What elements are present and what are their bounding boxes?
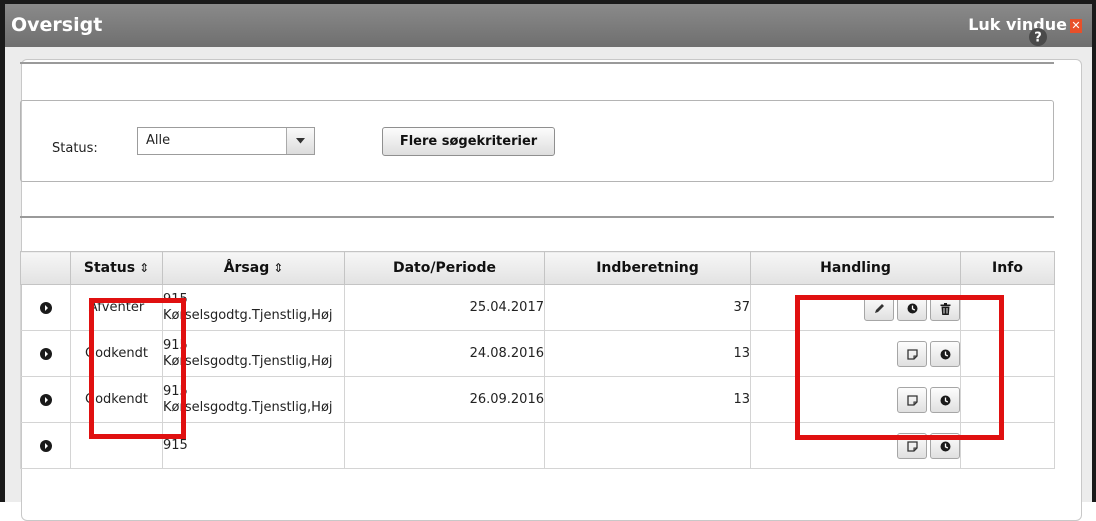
trash-icon xyxy=(940,302,951,315)
history-button[interactable] xyxy=(930,340,960,367)
row-handling xyxy=(750,422,961,469)
row-dato xyxy=(344,422,545,469)
chevron-down-icon xyxy=(296,138,305,144)
clock-icon xyxy=(940,349,951,359)
row-status: Godkendt xyxy=(70,376,163,423)
row-info xyxy=(960,376,1055,423)
row-handling xyxy=(750,330,961,377)
header-status-label: Status xyxy=(83,260,136,276)
note-button[interactable] xyxy=(897,386,927,413)
row-arsag: 915 xyxy=(162,422,345,469)
status-filter-label: Status: xyxy=(52,141,98,156)
table-row: Afventer 915 Kørselsgodtg.Tjenstlig,Høj 2… xyxy=(20,284,1055,331)
header-arsag[interactable]: Årsag ⇕ xyxy=(162,251,345,285)
header-dato: Dato/Periode xyxy=(344,251,545,285)
note-icon xyxy=(907,348,918,360)
row-status: Godkendt xyxy=(70,330,163,377)
row-dato: 24.08.2016 xyxy=(344,330,545,377)
row-arsag: 915 Kørselsgodtg.Tjenstlig,Høj xyxy=(162,376,345,423)
arsag-text: Kørselsgodtg.Tjenstlig,Høj xyxy=(163,399,333,415)
header-indberetning: Indberetning xyxy=(544,251,751,285)
divider-bottom xyxy=(20,216,1054,218)
row-indberetning: 13 xyxy=(544,330,751,377)
row-dato: 25.04.2017 xyxy=(344,284,545,331)
arsag-code: 915 xyxy=(163,383,188,399)
expand-icon[interactable] xyxy=(39,439,52,452)
history-button[interactable] xyxy=(930,432,960,459)
header-expand xyxy=(20,251,71,285)
row-indberetning xyxy=(544,422,751,469)
row-handling xyxy=(750,376,961,423)
note-button[interactable] xyxy=(897,340,927,367)
expand-icon[interactable] xyxy=(39,347,52,360)
close-icon: ✕ xyxy=(1070,19,1082,33)
clock-icon xyxy=(940,395,951,405)
row-indberetning: 37 xyxy=(544,284,751,331)
table-row: 915 xyxy=(20,422,1055,469)
arsag-code: 915 xyxy=(163,437,188,453)
row-info xyxy=(960,330,1055,377)
header-info: Info xyxy=(960,251,1055,285)
row-dato: 26.09.2016 xyxy=(344,376,545,423)
clock-icon xyxy=(940,441,951,451)
header-arsag-label: Årsag xyxy=(223,260,270,276)
note-button[interactable] xyxy=(897,432,927,459)
status-select-toggle[interactable] xyxy=(286,128,314,154)
pencil-icon xyxy=(875,303,884,313)
row-handling xyxy=(750,284,961,331)
row-arsag: 915 Kørselsgodtg.Tjenstlig,Høj xyxy=(162,330,345,377)
divider-top xyxy=(20,62,1054,64)
table-header-row: Status ⇕ Årsag ⇕ Dato/Periode Indberetning… xyxy=(20,251,1055,285)
close-window-button[interactable]: Luk vindue ✕ xyxy=(968,15,1082,34)
table-row: Godkendt 915 Kørselsgodtg.Tjenstlig,Høj 2… xyxy=(20,330,1055,377)
more-criteria-button[interactable]: Flere søgekriterier xyxy=(382,127,555,156)
arsag-text: Kørselsgodtg.Tjenstlig,Høj xyxy=(163,353,333,369)
row-info xyxy=(960,422,1055,469)
row-arsag: 915 Kørselsgodtg.Tjenstlig,Høj xyxy=(162,284,345,331)
sort-icon: ⇕ xyxy=(139,261,150,275)
row-info xyxy=(960,284,1055,331)
note-icon xyxy=(907,394,918,406)
expand-icon[interactable] xyxy=(39,393,52,406)
edit-button[interactable] xyxy=(864,294,894,321)
help-icon[interactable]: ? xyxy=(1029,28,1047,46)
clock-icon xyxy=(907,303,918,313)
history-button[interactable] xyxy=(897,294,927,321)
arsag-code: 915 xyxy=(163,337,188,353)
arsag-text: Kørselsgodtg.Tjenstlig,Høj xyxy=(163,307,333,323)
overview-table: Status ⇕ Årsag ⇕ Dato/Periode Indberetning… xyxy=(20,251,1055,469)
row-indberetning: 13 xyxy=(544,376,751,423)
header-status[interactable]: Status ⇕ xyxy=(70,251,163,285)
status-select-value: Alle xyxy=(146,133,171,148)
svg-text:?: ? xyxy=(1034,31,1042,46)
window-title: Oversigt xyxy=(11,14,103,36)
header-handling: Handling xyxy=(750,251,961,285)
row-status xyxy=(70,422,163,469)
close-window-label: Luk vindue xyxy=(968,15,1067,34)
arsag-code: 915 xyxy=(163,291,188,307)
sort-icon: ⇕ xyxy=(273,261,284,275)
status-select[interactable]: Alle xyxy=(137,127,315,155)
delete-button[interactable] xyxy=(930,294,960,321)
row-status: Afventer xyxy=(70,284,163,331)
table-row: Godkendt 915 Kørselsgodtg.Tjenstlig,Høj 2… xyxy=(20,376,1055,423)
note-icon xyxy=(907,440,918,452)
expand-icon[interactable] xyxy=(39,301,52,314)
history-button[interactable] xyxy=(930,386,960,413)
title-bar: Oversigt Luk vindue ✕ xyxy=(5,4,1092,47)
